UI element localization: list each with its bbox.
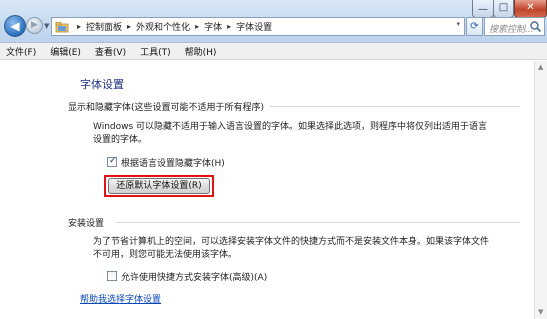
shortcut-install-checkbox[interactable] <box>107 271 117 281</box>
section-divider <box>270 106 520 107</box>
section-description-line: 为了节省计算机上的空间，可以选择安装字体文件的快捷方式而不是安装文件本身。如果该… <box>93 237 490 247</box>
address-dropdown-icon[interactable]: ▾ <box>456 20 460 28</box>
hide-fonts-checkbox[interactable]: ✓ <box>107 156 117 167</box>
menu-view[interactable]: 查看(V) <box>95 45 126 58</box>
close-icon: ✕ <box>526 2 535 13</box>
recent-pages-dropdown-icon[interactable]: ▼ <box>44 22 49 30</box>
menu-tools[interactable]: 工具(T) <box>140 45 171 58</box>
breadcrumb-separator: ▸ <box>77 22 82 31</box>
search-icon[interactable] <box>529 20 542 33</box>
section-heading-install: 安装设置 <box>68 219 105 229</box>
refresh-button[interactable]: ⟳ <box>466 17 483 36</box>
folder-icon <box>55 21 69 33</box>
breadcrumb-font-settings[interactable]: 字体设置 <box>236 20 272 33</box>
breadcrumb-control-panel[interactable]: 控制面板 <box>86 20 122 33</box>
maximize-button[interactable]: □ <box>493 0 514 18</box>
section-description-line: 不可用，则您可能无法使用该字体。 <box>93 250 238 260</box>
minimize-icon: — <box>478 4 488 15</box>
back-button[interactable]: ◀ <box>4 15 26 37</box>
vertical-scrollbar[interactable]: ▲ ▼ <box>534 61 547 319</box>
search-box[interactable]: 搜索控制... <box>484 17 545 36</box>
section-heading-show-hide: 显示和隐藏字体(这些设置可能不适用于所有程序) <box>68 103 265 113</box>
breadcrumb-fonts[interactable]: 字体 <box>204 20 222 33</box>
section-divider <box>115 222 520 223</box>
close-button[interactable]: ✕ <box>514 0 547 18</box>
maximize-icon: □ <box>498 2 509 13</box>
forward-arrow-icon: ▶ <box>31 20 38 30</box>
section-description-line: 设置的字体。 <box>93 135 148 145</box>
search-placeholder: 搜索控制... <box>489 25 534 35</box>
scroll-up-icon[interactable]: ▲ <box>538 63 543 71</box>
minimize-button[interactable]: — <box>472 0 494 18</box>
menu-bar: 文件(F) 编辑(E) 查看(V) 工具(T) 帮助(H) <box>0 43 547 60</box>
breadcrumb-separator: ▸ <box>127 22 132 31</box>
menu-help[interactable]: 帮助(H) <box>185 45 217 58</box>
refresh-icon: ⟳ <box>470 21 479 32</box>
breadcrumb-appearance[interactable]: 外观和个性化 <box>136 20 190 33</box>
back-arrow-icon: ◀ <box>10 19 20 33</box>
menu-file[interactable]: 文件(F) <box>6 45 36 58</box>
section-description-line: Windows 可以隐藏不适用于输入语言设置的字体。如果选择此选项，则程序中将仅… <box>93 122 488 132</box>
scroll-down-icon[interactable]: ▼ <box>538 308 543 316</box>
hide-fonts-label[interactable]: 根据语言设置隐藏字体(H) <box>121 156 225 169</box>
breadcrumb-separator: ▸ <box>227 22 232 31</box>
forward-button[interactable]: ▶ <box>26 17 43 34</box>
shortcut-install-label[interactable]: 允许使用快捷方式安装字体(高级)(A) <box>121 270 267 283</box>
breadcrumb-separator: ▸ <box>195 22 200 31</box>
address-bar[interactable]: ▸ 控制面板 ▸ 外观和个性化 ▸ 字体 ▸ 字体设置 ▾ <box>51 17 465 36</box>
page-title: 字体设置 <box>80 78 124 91</box>
help-link[interactable]: 帮助我选择字体设置 <box>80 292 161 305</box>
restore-default-button[interactable]: 还原默认字体设置(R) <box>108 178 210 194</box>
checkmark-icon: ✓ <box>109 156 117 166</box>
menu-edit[interactable]: 编辑(E) <box>50 45 81 58</box>
